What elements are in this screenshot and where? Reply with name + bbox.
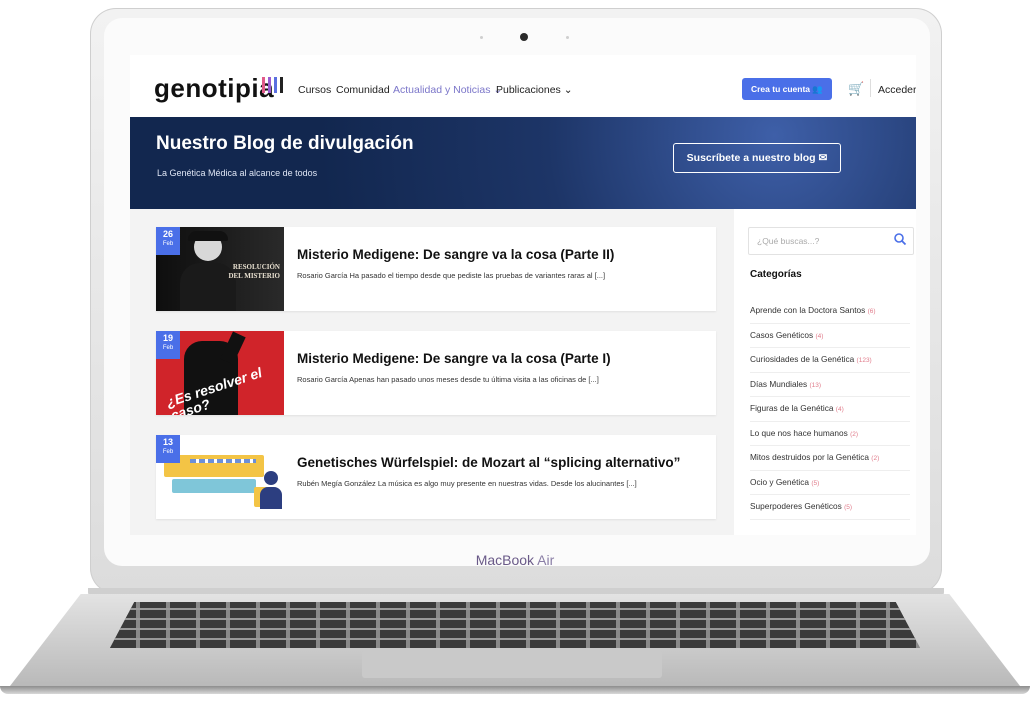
- thumbnail-text: RESOLUCIÓN DEL MISTERIO: [228, 263, 280, 280]
- keyboard-rows: [110, 602, 920, 648]
- post-excerpt: Rosario García Ha pasado el tiempo desde…: [297, 271, 606, 280]
- search-box[interactable]: ¿Qué buscas...?: [748, 227, 914, 255]
- sidebar: ¿Qué buscas...? Categorías Aprende con l…: [734, 209, 916, 535]
- nav-item-actualidad[interactable]: Actualidad y Noticias ⌄: [393, 84, 502, 96]
- create-account-button[interactable]: Crea tu cuenta 👥: [742, 78, 832, 100]
- date-badge: 13 Feb: [156, 435, 180, 463]
- browser-screen: genotipia Cursos Comunidad Actualidad y …: [130, 55, 916, 535]
- trackpad: [362, 650, 662, 678]
- category-item[interactable]: Ocio y Genética (5): [750, 471, 910, 495]
- search-icon[interactable]: [893, 232, 907, 246]
- logo-bars: [262, 77, 283, 93]
- webcam: [520, 33, 528, 41]
- category-item[interactable]: Días Mundiales (13): [750, 373, 910, 397]
- sensor-dot: [566, 36, 569, 39]
- category-list: Aprende con la Doctora Santos (6) Casos …: [750, 299, 910, 520]
- post-card[interactable]: 13 Feb Genetisches Würfelspiel: de Mozart…: [156, 435, 716, 519]
- post-card[interactable]: RESOLUCIÓN DEL MISTERIO 26 Feb Misterio M…: [156, 227, 716, 311]
- date-badge: 19 Feb: [156, 331, 180, 359]
- search-input[interactable]: ¿Qué buscas...?: [757, 236, 819, 246]
- categories-heading: Categorías: [750, 269, 802, 280]
- post-card[interactable]: ¿Es resolver el caso? 19 Feb Misterio Med…: [156, 331, 716, 415]
- genotipia-logo[interactable]: genotipia: [154, 73, 274, 104]
- page-title: Nuestro Blog de divulgación: [156, 133, 414, 154]
- category-item[interactable]: Lo que nos hace humanos (2): [750, 422, 910, 446]
- nav-divider: [870, 79, 871, 97]
- users-icon: 👥: [812, 84, 823, 94]
- page-subtitle: La Genética Médica al alcance de todos: [157, 168, 318, 178]
- subscribe-button[interactable]: Suscríbete a nuestro blog ✉: [673, 143, 841, 173]
- top-navbar: genotipia Cursos Comunidad Actualidad y …: [130, 55, 916, 117]
- cart-icon[interactable]: 🛒: [848, 81, 864, 97]
- login-link[interactable]: Acceder: [878, 84, 916, 96]
- nav-item-cursos[interactable]: Cursos: [298, 84, 331, 96]
- nav-item-comunidad[interactable]: Comunidad: [336, 84, 390, 96]
- mail-icon: ✉: [818, 152, 828, 164]
- category-item[interactable]: Superpoderes Genéticos (5): [750, 495, 910, 520]
- laptop-brand-label: MacBook Air: [475, 552, 555, 568]
- date-badge: 26 Feb: [156, 227, 180, 255]
- nav-item-publicaciones[interactable]: Publicaciones ⌄: [496, 84, 573, 96]
- post-excerpt: Rosario García Apenas han pasado unos me…: [297, 375, 599, 384]
- category-item[interactable]: Curiosidades de la Genética (123): [750, 348, 910, 373]
- category-item[interactable]: Casos Genéticos (4): [750, 324, 910, 348]
- post-title[interactable]: Misterio Medigene: De sangre va la cosa …: [297, 247, 614, 262]
- chevron-down-icon: ⌄: [560, 84, 573, 96]
- blog-hero: Nuestro Blog de divulgación La Genética …: [130, 117, 916, 209]
- post-excerpt: Rubén Megía González La música es algo m…: [297, 479, 637, 488]
- category-item[interactable]: Mitos destruidos por la Genética (2): [750, 446, 910, 471]
- post-title[interactable]: Genetisches Würfelspiel: de Mozart al “s…: [297, 455, 680, 470]
- blog-content: RESOLUCIÓN DEL MISTERIO 26 Feb Misterio M…: [130, 209, 916, 535]
- sensor-dot: [480, 36, 483, 39]
- base-edge: [0, 686, 1030, 694]
- category-item[interactable]: Aprende con la Doctora Santos (6): [750, 299, 910, 324]
- post-title[interactable]: Misterio Medigene: De sangre va la cosa …: [297, 351, 611, 366]
- category-item[interactable]: Figuras de la Genética (4): [750, 397, 910, 422]
